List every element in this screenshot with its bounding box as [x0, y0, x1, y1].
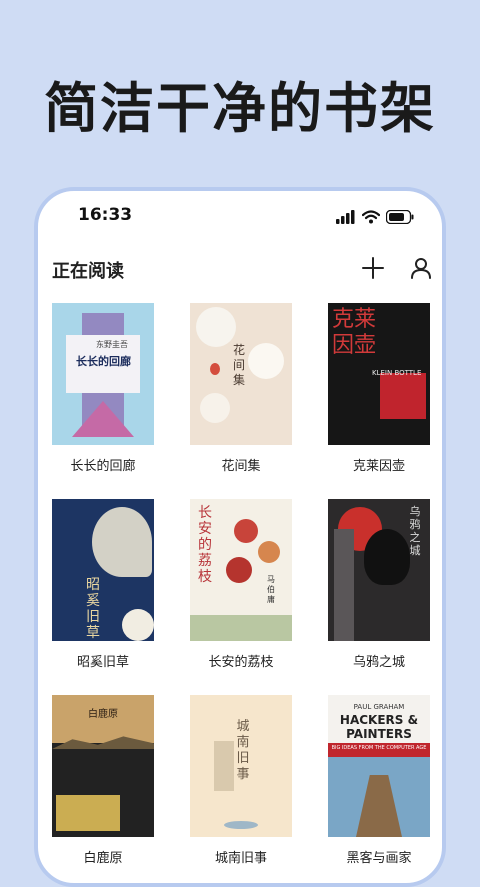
book-cover: 白鹿原	[52, 695, 154, 837]
wifi-icon	[362, 210, 380, 224]
book-cover: 城南旧事	[190, 695, 292, 837]
book-item[interactable]: 乌鸦之城 乌鸦之城	[328, 499, 430, 670]
book-title: 长安的荔枝	[208, 655, 274, 670]
promo-headline: 简洁干净的书架	[44, 77, 436, 140]
profile-button[interactable]	[408, 255, 434, 281]
book-cover: PAUL GRAHAM HACKERS & PAINTERS BIG IDEAS…	[328, 695, 430, 837]
book-item[interactable]: 城南旧事 城南旧事	[190, 695, 292, 866]
plus-icon	[362, 257, 384, 279]
book-title: 乌鸦之城	[352, 655, 405, 670]
book-title: 花间集	[221, 459, 261, 474]
status-icons	[336, 209, 414, 225]
book-item[interactable]: 白鹿原 白鹿原	[52, 695, 154, 866]
book-title: 城南旧事	[214, 851, 267, 866]
cover-title: 长长的回廊	[76, 355, 131, 368]
add-book-button[interactable]	[360, 255, 386, 281]
book-item[interactable]: 花间集 花间集	[190, 303, 292, 474]
cover-author: PAUL GRAHAM	[353, 703, 405, 711]
book-cover: 克莱因壶 KLEIN BOTTLE	[328, 303, 430, 445]
user-icon	[411, 258, 431, 279]
book-cover: 长安的荔枝 马伯庸	[190, 499, 292, 641]
book-cover: 花间集	[190, 303, 292, 445]
book-title: 黑客与画家	[346, 851, 412, 866]
book-title: 昭奚旧草	[76, 655, 129, 670]
cover-title: 乌鸦之城	[409, 505, 421, 557]
cover-title: 城南旧事	[236, 719, 250, 782]
book-item[interactable]: 昭奚旧草 昭奚旧草	[52, 499, 154, 670]
reading-header: 正在阅读	[38, 253, 442, 285]
book-title: 长长的回廊	[70, 459, 136, 474]
cover-author: 马伯庸	[267, 575, 275, 604]
cover-title: 昭奚旧草	[86, 577, 100, 641]
cover-subtitle: BIG IDEAS FROM THE COMPUTER AGE	[331, 745, 427, 751]
book-cover: 昭奚旧草	[52, 499, 154, 641]
cover-title: 花间集	[232, 343, 245, 387]
cover-author: 东野圭吾	[96, 340, 128, 349]
book-cover: 东野圭吾 长长的回廊	[52, 303, 154, 445]
cover-title: 克莱因壶	[332, 307, 377, 358]
book-item[interactable]: 长安的荔枝 马伯庸 长安的荔枝	[190, 499, 292, 670]
phone-frame: 16:33 正在阅读 东野圭吾 长长的回廊 长长的回廊 花间集 花间集 克莱因壶…	[34, 187, 446, 887]
page-title: 正在阅读	[52, 261, 124, 282]
book-item[interactable]: 东野圭吾 长长的回廊 长长的回廊	[52, 303, 154, 474]
signal-icon	[336, 210, 355, 224]
status-time: 16:33	[78, 205, 133, 225]
book-title: 白鹿原	[83, 851, 123, 866]
book-item[interactable]: PAUL GRAHAM HACKERS & PAINTERS BIG IDEAS…	[328, 695, 430, 866]
cover-title: HACKERS & PAINTERS	[339, 713, 419, 741]
cover-title: 长安的荔枝	[198, 505, 212, 585]
status-bar: 16:33	[38, 205, 442, 229]
cover-subtitle: KLEIN BOTTLE	[372, 369, 422, 377]
battery-icon	[386, 210, 414, 224]
book-title: 克莱因壶	[352, 459, 405, 474]
book-item[interactable]: 克莱因壶 KLEIN BOTTLE 克莱因壶	[328, 303, 430, 474]
cover-title: 白鹿原	[88, 709, 118, 720]
book-cover: 乌鸦之城	[328, 499, 430, 641]
